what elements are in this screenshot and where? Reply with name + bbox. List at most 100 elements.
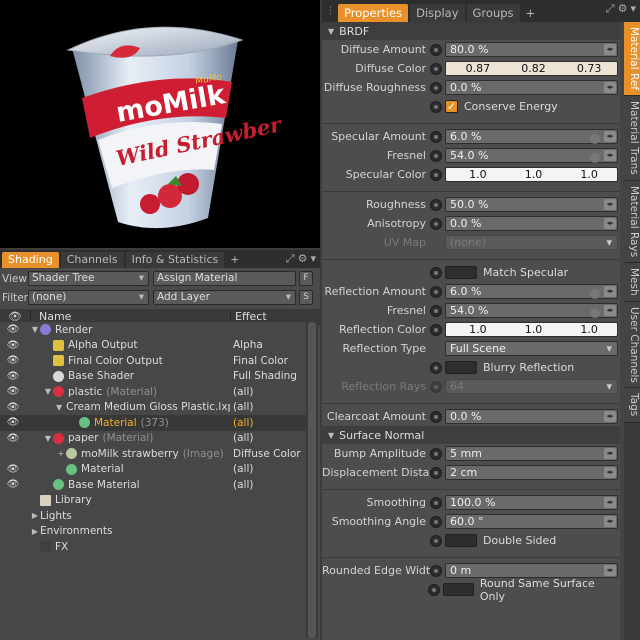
tab-info-statistics[interactable]: Info & Statistics (125, 252, 225, 268)
expand-toggle-icon[interactable]: ▼ (43, 387, 53, 396)
tree-item-name[interactable]: Environments (40, 525, 113, 537)
tree-item-name[interactable]: Base Shader (68, 370, 134, 382)
tree-item-name[interactable]: plastic (68, 386, 102, 398)
side-tab-material-ref[interactable]: Material Ref (624, 22, 640, 96)
color-r-value[interactable]: 1.0 (469, 323, 487, 336)
animate-dot-icon[interactable] (430, 447, 442, 460)
animate-dot-icon[interactable] (430, 43, 442, 56)
animate-dot-icon[interactable] (430, 515, 442, 528)
link-icon[interactable] (590, 308, 600, 318)
diffuse-roughness-field[interactable]: 0.0 % ◂▸ (445, 80, 618, 95)
tree-item-effect[interactable]: (all) (230, 386, 306, 398)
side-tab-tags[interactable]: Tags (624, 388, 640, 423)
spinner-icon[interactable]: ◂▸ (604, 516, 616, 527)
tree-row[interactable]: Library (0, 493, 306, 509)
animate-dot-icon[interactable] (427, 583, 440, 596)
menu-icon[interactable]: ▾ (310, 252, 316, 266)
spinner-icon[interactable]: ◂▸ (604, 497, 616, 508)
eye-icon[interactable]: 👁 (0, 402, 26, 413)
tree-item-effect[interactable]: (all) (230, 479, 306, 491)
uv-map-dropdown[interactable]: (none) (445, 235, 618, 250)
bump-amplitude-field[interactable]: 5 mm ◂▸ (445, 446, 618, 461)
color-b-value[interactable]: 1.0 (580, 323, 598, 336)
color-g-value[interactable]: 0.82 (521, 62, 546, 75)
tree-row[interactable]: 👁 Final Color Output Final Color (0, 353, 306, 369)
section-surface-normal[interactable]: ▼ Surface Normal (322, 426, 620, 444)
displacement-distance-field[interactable]: 2 cm ◂▸ (445, 465, 618, 480)
expand-toggle-icon[interactable]: ▶ (30, 527, 40, 536)
diffuse-color-field[interactable]: 0.87 0.82 0.73 (445, 61, 618, 76)
tree-item-name[interactable]: Alpha Output (68, 339, 138, 351)
tree-row[interactable]: 👁 ▼ Render (0, 322, 306, 338)
clearcoat-amount-field[interactable]: 0.0 % ◂▸ (445, 409, 618, 424)
spinner-icon[interactable]: ◂▸ (604, 467, 616, 478)
eye-icon[interactable]: 👁 (0, 479, 26, 490)
spinner-icon[interactable]: ◂▸ (604, 218, 616, 229)
tree-row[interactable]: 👁 Material (373) (all) (0, 415, 306, 431)
collapse-arrow-icon[interactable]: ▼ (328, 431, 334, 440)
eye-icon[interactable]: 👁 (0, 340, 26, 351)
tree-item-name[interactable]: Library (55, 494, 92, 506)
tree-item-effect[interactable]: (all) (230, 417, 306, 429)
eye-icon[interactable]: 👁 (0, 371, 26, 382)
tree-row[interactable]: ▶ Environments (0, 524, 306, 540)
specular-fresnel-field[interactable]: 54.0 % ◂▸ (445, 148, 618, 163)
tree-item-name[interactable]: Cream Medium Gloss Plastic.lxp (66, 401, 230, 413)
tree-row[interactable]: 👁 Material (all) (0, 462, 306, 478)
specular-color-field[interactable]: 1.0 1.0 1.0 (445, 167, 618, 182)
spinner-icon[interactable]: ◂▸ (604, 131, 616, 142)
smoothing-field[interactable]: 100.0 % ◂▸ (445, 495, 618, 510)
tab-shading[interactable]: Shading (2, 252, 59, 268)
spinner-icon[interactable]: ◂▸ (604, 448, 616, 459)
tree-item-effect[interactable]: (all) (230, 463, 306, 475)
color-b-value[interactable]: 1.0 (580, 168, 598, 181)
section-brdf[interactable]: ▼ BRDF (322, 22, 620, 40)
roughness-field[interactable]: 50.0 % ◂▸ (445, 197, 618, 212)
side-tab-user-channels[interactable]: User Channels (624, 301, 640, 389)
side-tab-mesh[interactable]: Mesh (624, 262, 640, 302)
link-icon[interactable] (590, 289, 600, 299)
link-icon[interactable] (590, 134, 600, 144)
tree-row[interactable]: 👁 Base Material (all) (0, 477, 306, 493)
animate-dot-icon[interactable] (430, 466, 442, 479)
add-layer-key[interactable]: S (299, 290, 313, 305)
tree-item-name[interactable]: FX (55, 541, 68, 553)
tree-row[interactable]: 👁 ▼ plastic (Material) (all) (0, 384, 306, 400)
add-tab-button[interactable]: + (522, 4, 540, 22)
tree-row[interactable]: ▶ Lights (0, 508, 306, 524)
diffuse-amount-field[interactable]: 80.0 % ◂▸ (445, 42, 618, 57)
animate-dot-icon[interactable] (430, 564, 442, 577)
reflection-amount-field[interactable]: 6.0 % ◂▸ (445, 284, 618, 299)
spinner-icon[interactable]: ◂▸ (604, 150, 616, 161)
tree-row[interactable]: 👁 Alpha Output Alpha (0, 338, 306, 354)
tree-item-name[interactable]: Final Color Output (68, 355, 163, 367)
animate-dot-icon[interactable] (430, 130, 442, 143)
tree-item-effect[interactable]: Full Shading (230, 370, 306, 382)
specular-amount-field[interactable]: 6.0 % ◂▸ (445, 129, 618, 144)
reflection-rays-field[interactable]: 64 (445, 379, 618, 394)
eye-icon[interactable]: 👁 (0, 386, 26, 397)
animate-dot-icon[interactable] (430, 534, 442, 547)
tab-groups[interactable]: Groups (466, 4, 520, 22)
tree-item-name[interactable]: Material (81, 463, 124, 475)
menu-icon[interactable]: ▾ (630, 2, 636, 16)
spinner-icon[interactable]: ◂▸ (604, 199, 616, 210)
tree-item-effect[interactable]: (all) (230, 432, 306, 444)
animate-dot-icon[interactable] (430, 217, 442, 230)
tree-row[interactable]: + moMilk strawberry (Image) Diffuse Color (0, 446, 306, 462)
animate-dot-icon[interactable] (430, 304, 442, 317)
tree-item-name[interactable]: Base Material (68, 479, 140, 491)
animate-dot-icon[interactable] (430, 496, 442, 509)
tree-item-name[interactable]: paper (68, 432, 99, 444)
collapse-arrow-icon[interactable]: ▼ (328, 27, 334, 36)
reflection-color-field[interactable]: 1.0 1.0 1.0 (445, 322, 618, 337)
eye-icon[interactable]: 👁 (0, 433, 26, 444)
eye-icon[interactable]: 👁 (0, 355, 26, 366)
expand-toggle-icon[interactable]: + (56, 449, 66, 458)
animate-dot-icon[interactable] (430, 168, 442, 181)
eye-icon[interactable]: 👁 (0, 417, 26, 428)
tree-item-name[interactable]: Lights (40, 510, 72, 522)
animate-dot-icon[interactable] (430, 285, 442, 298)
render-viewport[interactable]: MuMo moMilk Wild Strawber (0, 0, 320, 248)
tree-item-name[interactable]: Material (94, 417, 137, 429)
